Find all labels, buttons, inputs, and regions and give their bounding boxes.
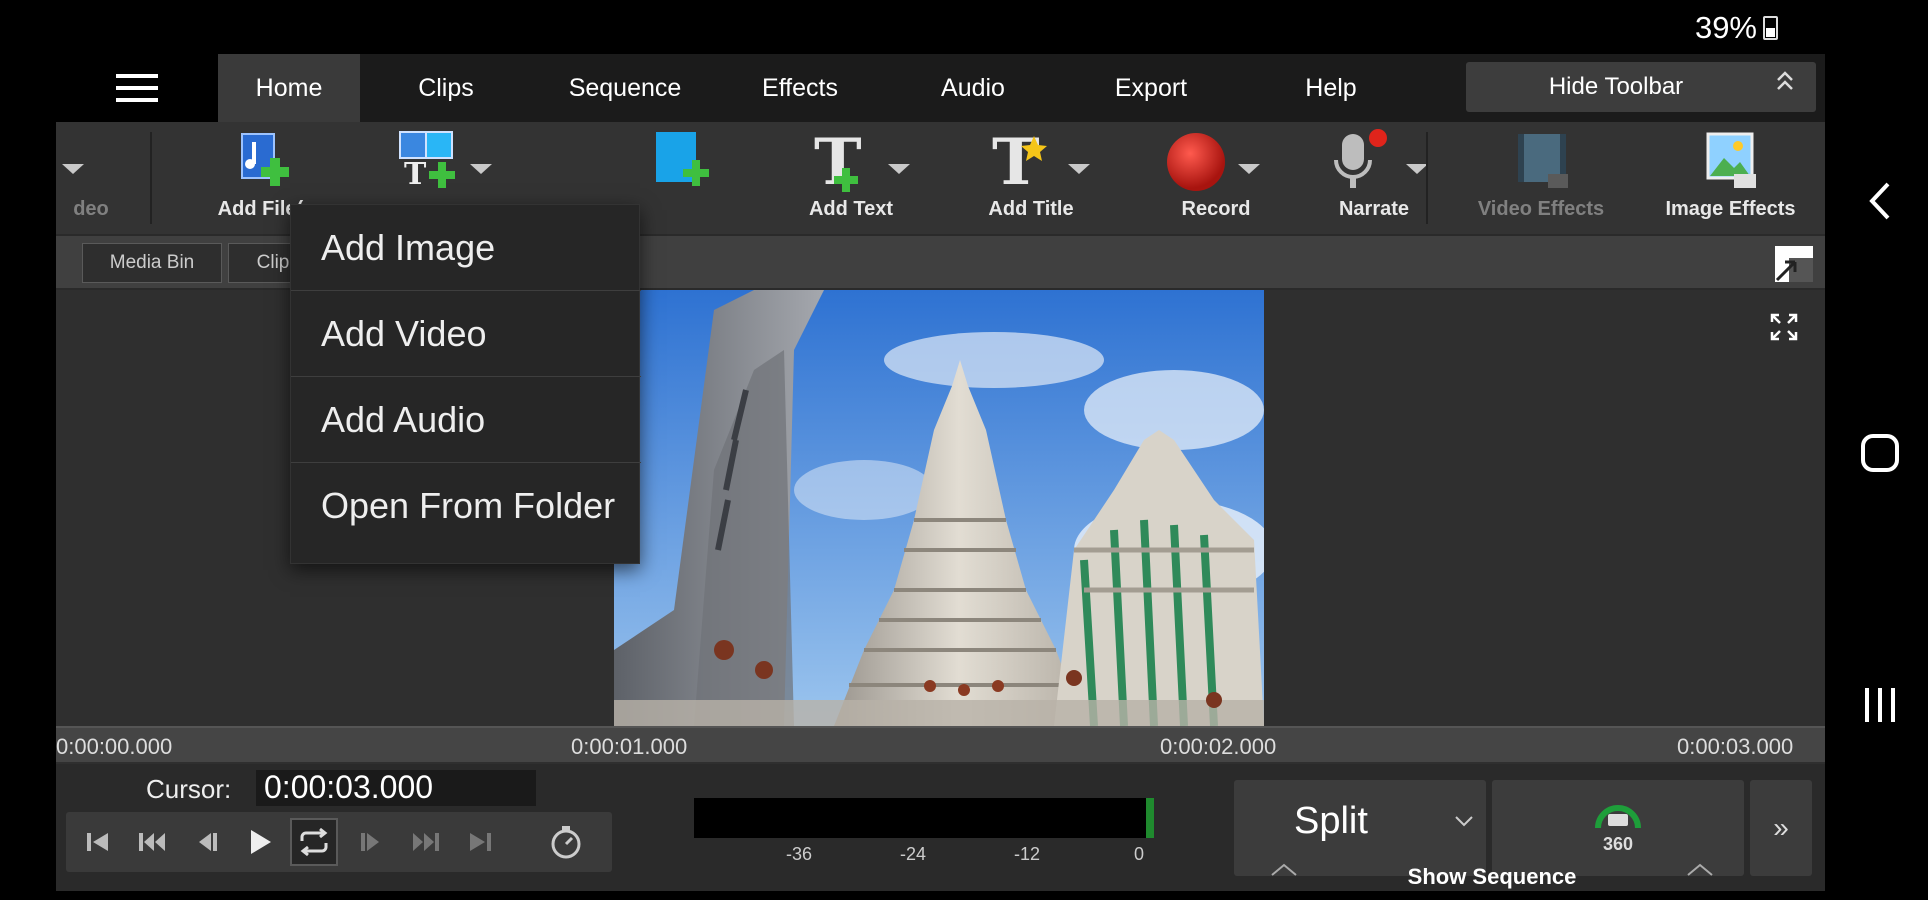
meter-scale-label: -36: [786, 844, 813, 864]
video-effects-icon: [1518, 134, 1568, 188]
video-effects-button: Video Effects: [1456, 122, 1626, 234]
timer-icon[interactable]: [542, 818, 590, 866]
add-media-dropdown-menu: Add Image Add Video Add Audio Open From …: [290, 204, 641, 564]
hide-toolbar-button[interactable]: Hide Toolbar: [1466, 62, 1816, 112]
narrate-label: Narrate: [1338, 198, 1410, 220]
narrate-button[interactable]: Narrate: [1318, 122, 1458, 234]
microphone-icon: [1334, 129, 1387, 188]
360-label: 360: [1603, 834, 1633, 854]
dropdown-arrow-icon: [1068, 164, 1090, 174]
screen: 39% Home Clips Sequence Effects Audio Ex…: [0, 0, 1928, 900]
add-files-icon: [241, 133, 289, 186]
chevron-down-icon[interactable]: [1454, 806, 1474, 834]
add-text-button[interactable]: T Add Text: [796, 122, 926, 234]
audio-level-meter: [694, 798, 1154, 838]
meter-scale-label: 0: [1134, 844, 1145, 864]
cursor-time-field[interactable]: 0:00:03.000: [256, 770, 536, 806]
dropdown-arrow-icon: [1238, 164, 1260, 174]
tab-media-bin[interactable]: Media Bin: [82, 243, 222, 283]
meter-scale-label: -24: [900, 844, 927, 864]
svg-text:T: T: [814, 126, 862, 196]
chevron-up-icon: [1686, 860, 1714, 883]
tab-effects[interactable]: Effects: [720, 54, 880, 122]
dropdown-arrow-icon: [470, 164, 492, 174]
preview-image-temple: [614, 290, 1264, 726]
recent-apps-icon[interactable]: [1855, 680, 1905, 730]
record-label: Record: [1181, 198, 1251, 220]
menu-item-add-image[interactable]: Add Image: [291, 205, 641, 291]
toolbar-partial-label: deo: [73, 198, 109, 220]
add-title-icon: T: [992, 126, 1047, 196]
step-back-icon[interactable]: [182, 818, 230, 866]
play-icon[interactable]: [236, 818, 284, 866]
add-text-icon: T: [814, 126, 862, 196]
add-title-button[interactable]: T Add Title: [976, 122, 1106, 234]
android-navigation-bar: [1830, 0, 1928, 900]
image-effects-label: Image Effects: [1665, 198, 1796, 220]
tab-sequence[interactable]: Sequence: [530, 54, 720, 122]
double-chevron-right-icon: »: [1773, 812, 1789, 843]
hamburger-menu-button[interactable]: [56, 54, 218, 122]
app-window: Home Clips Sequence Effects Audio Export…: [56, 54, 1825, 891]
timeline-ruler[interactable]: 0:00:00.000 0:00:01.000 0:00:02.000 0:00…: [56, 726, 1825, 762]
video-effects-label: Video Effects: [1477, 198, 1605, 220]
toolbar-divider: [1426, 132, 1428, 224]
double-chevron-up-icon: [1776, 68, 1794, 101]
back-icon[interactable]: [1855, 176, 1905, 226]
tab-home[interactable]: Home: [218, 54, 360, 122]
collapse-preview-icon[interactable]: [1771, 244, 1815, 289]
chevron-up-icon: [1270, 860, 1298, 883]
next-clip-icon[interactable]: [402, 818, 450, 866]
ruler-tick-label: 0:00:02.000: [1160, 734, 1277, 759]
ruler-tick-label: 0:00:00.000: [56, 734, 173, 759]
battery-percent: 39%: [1694, 10, 1757, 45]
dropdown-arrow-icon: [1406, 164, 1428, 174]
tab-help[interactable]: Help: [1236, 54, 1426, 122]
transport-bar: [66, 812, 612, 872]
battery-icon: [1763, 16, 1778, 40]
360-icon: 360: [1595, 805, 1641, 854]
ruler-tick-label: 0:00:01.000: [571, 734, 688, 759]
more-options-button[interactable]: »: [1750, 780, 1812, 876]
tab-clips[interactable]: Clips: [362, 54, 530, 122]
record-icon: [1167, 133, 1225, 191]
dropdown-arrow-icon: [62, 164, 84, 174]
home-icon[interactable]: [1855, 428, 1905, 478]
step-forward-icon[interactable]: [348, 818, 396, 866]
image-effects-icon: [1706, 132, 1756, 188]
menu-item-open-from-folder[interactable]: Open From Folder: [291, 463, 641, 549]
tab-bar: Home Clips Sequence Effects Audio Export…: [56, 54, 1825, 122]
record-button[interactable]: Record: [1156, 122, 1296, 234]
add-title-label: Add Title: [988, 198, 1074, 220]
hide-toolbar-label: Hide Toolbar: [1548, 73, 1684, 100]
ruler-tick-label: 0:00:03.000: [1677, 734, 1794, 759]
menu-item-add-video[interactable]: Add Video: [291, 291, 641, 377]
toolbar-partial-item[interactable]: deo: [56, 122, 126, 234]
meter-scale-label: -12: [1014, 844, 1041, 864]
tab-export[interactable]: Export: [1066, 54, 1236, 122]
cursor-label: Cursor:: [146, 774, 232, 804]
menu-item-add-audio[interactable]: Add Audio: [291, 377, 641, 463]
add-text-label: Add Text: [808, 198, 894, 220]
add-blank-icon: [656, 132, 709, 186]
go-to-start-icon[interactable]: [74, 818, 122, 866]
dropdown-arrow-icon: [888, 164, 910, 174]
split-label: Split: [1294, 800, 1368, 842]
show-sequence-toggle[interactable]: Show Sequence: [1252, 863, 1732, 891]
add-media-icon: T: [399, 131, 455, 192]
svg-text:T: T: [404, 157, 427, 192]
battery-status: 39%: [1695, 10, 1778, 46]
toolbar-divider: [150, 132, 152, 224]
hamburger-icon: [116, 86, 158, 90]
show-sequence-label: Show Sequence: [1407, 864, 1577, 889]
go-to-end-icon[interactable]: [456, 818, 504, 866]
tab-audio[interactable]: Audio: [880, 54, 1066, 122]
fullscreen-icon[interactable]: [1769, 312, 1799, 347]
playback-controls-panel: Cursor: 0:00:03.000 -36 -24 -12 0 Split: [56, 764, 1825, 891]
loop-icon[interactable]: [290, 818, 338, 866]
previous-clip-icon[interactable]: [128, 818, 176, 866]
image-effects-button[interactable]: Image Effects: [1636, 122, 1825, 234]
svg-text:T: T: [992, 126, 1040, 196]
